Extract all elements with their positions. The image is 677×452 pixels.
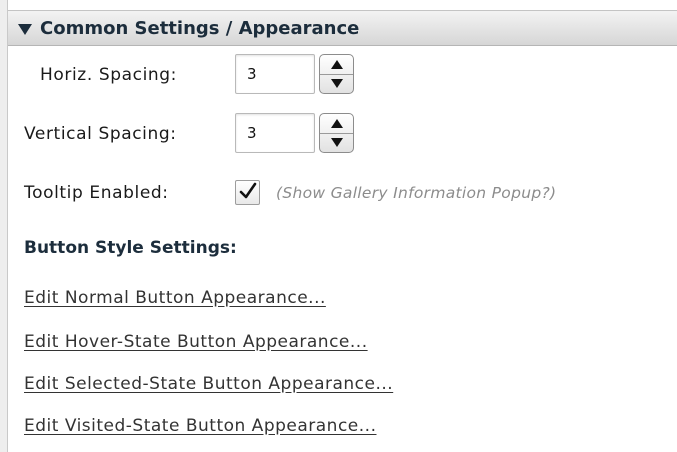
- horiz-spacing-increment-button[interactable]: [320, 55, 353, 74]
- tooltip-enabled-label: Tooltip Enabled:: [24, 183, 169, 203]
- horiz-spacing-decrement-button[interactable]: [320, 73, 353, 94]
- edit-normal-button-link[interactable]: Edit Normal Button Appearance...: [24, 288, 326, 308]
- vertical-spacing-input[interactable]: [235, 113, 315, 153]
- arrow-down-icon: [330, 138, 343, 148]
- button-style-heading: Button Style Settings:: [24, 238, 237, 258]
- vertical-spacing-stepper[interactable]: [235, 113, 354, 153]
- edit-selected-button-link[interactable]: Edit Selected-State Button Appearance...: [24, 374, 393, 394]
- horiz-spacing-label: Horiz. Spacing:: [40, 65, 177, 85]
- tooltip-hint: (Show Gallery Information Popup?): [276, 184, 557, 202]
- section-header-common-settings[interactable]: Common Settings / Appearance: [8, 10, 677, 46]
- horiz-spacing-input[interactable]: [235, 54, 315, 94]
- tooltip-enabled-checkbox[interactable]: [235, 180, 260, 205]
- vertical-spacing-increment-button[interactable]: [320, 114, 353, 133]
- settings-panel: Common Settings / Appearance Horiz. Spac…: [0, 0, 677, 452]
- arrow-down-icon: [330, 79, 343, 89]
- arrow-up-icon: [330, 118, 343, 128]
- arrow-up-icon: [330, 59, 343, 69]
- checkmark-icon: [239, 182, 257, 199]
- vertical-spacing-label: Vertical Spacing:: [24, 124, 177, 144]
- edit-hover-button-link[interactable]: Edit Hover-State Button Appearance...: [24, 332, 368, 352]
- horiz-spacing-stepper[interactable]: [235, 54, 354, 94]
- vertical-spacing-decrement-button[interactable]: [320, 132, 353, 153]
- vertical-spacing-spin-buttons[interactable]: [319, 113, 354, 153]
- edit-visited-button-link[interactable]: Edit Visited-State Button Appearance...: [24, 416, 376, 436]
- horiz-spacing-spin-buttons[interactable]: [319, 54, 354, 94]
- section-title: Common Settings / Appearance: [40, 17, 360, 39]
- triangle-down-icon[interactable]: [18, 23, 32, 35]
- panel-left-border: [0, 0, 8, 452]
